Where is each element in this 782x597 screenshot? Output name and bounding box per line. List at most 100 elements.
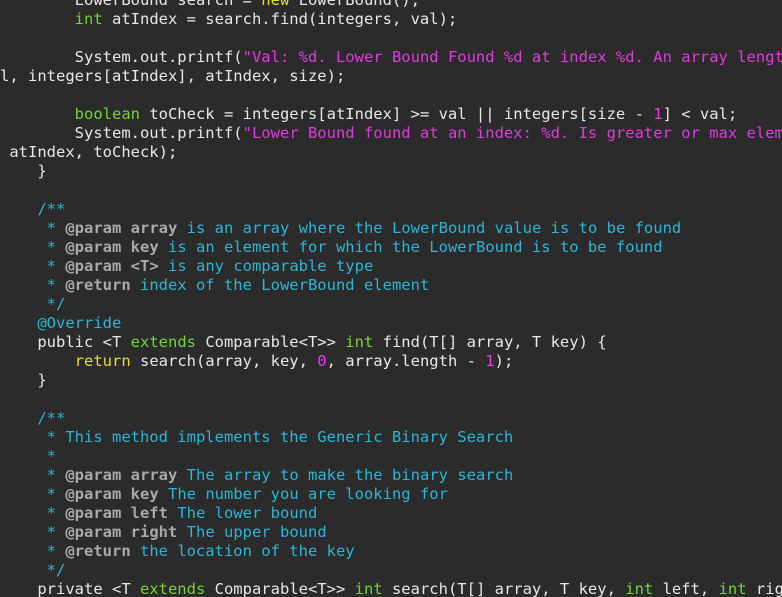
code-line: * @param <T> is any comparable type xyxy=(0,257,782,276)
code-token-comment: * xyxy=(0,276,66,294)
code-token-plain: toCheck = integers[atIndex] >= val || in… xyxy=(139,105,654,123)
code-token-comment: * xyxy=(0,219,66,237)
code-token-comment: The array to make the binary search xyxy=(177,466,514,484)
code-token-comment: * This method implements the Generic Bin… xyxy=(0,428,514,446)
code-token-comment: is an element for which the LowerBound i… xyxy=(158,238,663,256)
code-token-keyword: return xyxy=(74,352,131,370)
code-token-javadoc-param: key xyxy=(130,485,159,503)
code-line: private <T extends Comparable<T>> int se… xyxy=(0,580,782,597)
code-token-plain: search(array, key, xyxy=(130,352,318,370)
code-token-comment: * xyxy=(0,504,66,522)
code-token-javadoc-tag: @param xyxy=(65,466,122,484)
code-token-number: 1 xyxy=(653,105,663,123)
code-token-comment: is any comparable type xyxy=(158,257,374,275)
code-line: System.out.printf("Lower Bound found at … xyxy=(0,124,782,143)
code-token-javadoc-tag: @param xyxy=(65,523,122,541)
code-line: * @param key The number you are looking … xyxy=(0,485,782,504)
code-token-comment: * xyxy=(0,466,66,484)
code-line: */ xyxy=(0,561,782,580)
code-token-type: int xyxy=(625,580,654,597)
code-token-number: 1 xyxy=(485,352,495,370)
code-token-plain: } xyxy=(0,371,47,389)
code-line: * @return index of the LowerBound elemen… xyxy=(0,276,782,295)
code-token-plain: right) xyxy=(755,580,782,597)
code-token-type: int xyxy=(345,333,374,351)
code-line: } xyxy=(0,162,782,181)
code-token-type: int xyxy=(718,580,747,597)
code-token-plain: Comparable<T>> xyxy=(205,580,355,597)
code-token-comment: index of the LowerBound element xyxy=(130,276,430,294)
code-line: * @param left The lower bound xyxy=(0,504,782,523)
code-token-comment: * xyxy=(0,542,66,560)
code-token-string: "Val: %d. Lower Bound Found %d at index … xyxy=(242,48,782,66)
code-token-comment xyxy=(121,219,130,237)
code-token-plain: atIndex, toCheck); xyxy=(0,143,178,161)
code-line: * This method implements the Generic Bin… xyxy=(0,428,782,447)
code-token-javadoc-tag: @param xyxy=(65,504,122,522)
code-token-comment: */ xyxy=(0,561,66,579)
code-token-javadoc-param: <T> xyxy=(130,257,159,275)
code-token-keyword: new xyxy=(261,0,290,9)
code-lines: LowerBound search = new LowerBound(); in… xyxy=(0,0,782,597)
code-line: } xyxy=(0,371,782,390)
code-token-plain: atIndex = search.find(integers, val); xyxy=(102,10,458,28)
code-token-type: extends xyxy=(139,580,206,597)
code-token-comment: * xyxy=(0,257,66,275)
code-token-comment xyxy=(121,238,130,256)
code-token-plain: public <T xyxy=(0,333,131,351)
code-line: boolean toCheck = integers[atIndex] >= v… xyxy=(0,105,782,124)
code-line: return search(array, key, 0, array.lengt… xyxy=(0,352,782,371)
code-token-type: boolean xyxy=(74,105,140,123)
code-token-plain: ] < val; xyxy=(662,105,738,123)
code-line: */ xyxy=(0,295,782,314)
code-line: * @param array is an array where the Low… xyxy=(0,219,782,238)
code-token-comment: */ xyxy=(0,295,66,313)
code-line: LowerBound search = new LowerBound(); xyxy=(0,0,782,10)
code-line: /** xyxy=(0,409,782,428)
code-token-plain: Comparable<T>> xyxy=(195,333,346,351)
code-line: public <T extends Comparable<T>> int fin… xyxy=(0,333,782,352)
code-line: l, integers[atIndex], atIndex, size); xyxy=(0,67,782,86)
code-token-type: extends xyxy=(130,333,196,351)
code-editor[interactable]: LowerBound search = new LowerBound(); in… xyxy=(0,0,782,597)
code-token-plain: search(T[] array, T key, xyxy=(382,580,626,597)
code-token-javadoc-param: right xyxy=(130,523,178,541)
code-token-plain: , array.length - xyxy=(326,352,486,370)
code-token-javadoc-tag: @param xyxy=(65,238,122,256)
code-token-comment: The lower bound xyxy=(168,504,318,522)
code-token-type: int xyxy=(74,10,103,28)
code-token-comment: the location of the key xyxy=(130,542,355,560)
code-token-plain: LowerBound(); xyxy=(289,0,420,9)
code-token-plain: ); xyxy=(494,352,514,370)
code-token-plain: } xyxy=(0,162,47,180)
code-token-plain: LowerBound search = xyxy=(0,0,262,9)
code-token-javadoc-tag: @return xyxy=(65,542,131,560)
code-token-plain: left, xyxy=(653,580,719,597)
code-token-plain: System.out.printf( xyxy=(0,124,243,142)
code-token-comment: The number you are looking for xyxy=(158,485,448,503)
code-token-plain: find(T[] array, T key) { xyxy=(373,333,607,351)
code-token-comment: * xyxy=(0,523,66,541)
code-token-javadoc-tag: @param xyxy=(65,485,122,503)
code-token-comment: /** xyxy=(0,200,66,218)
code-token-javadoc-tag: @return xyxy=(65,276,131,294)
code-token-javadoc-param: key xyxy=(130,238,159,256)
code-token-comment xyxy=(121,523,130,541)
code-line: * @param array The array to make the bin… xyxy=(0,466,782,485)
code-token-comment xyxy=(121,466,130,484)
code-token-comment xyxy=(121,485,130,503)
code-token-comment: /** xyxy=(0,409,66,427)
code-token-comment: The upper bound xyxy=(177,523,327,541)
code-token-plain: private <T xyxy=(0,580,140,597)
code-token-comment: is an array where the LowerBound value i… xyxy=(177,219,682,237)
code-line: int atIndex = search.find(integers, val)… xyxy=(0,10,782,29)
code-token-type: int xyxy=(354,580,383,597)
code-token-number: 0 xyxy=(317,352,327,370)
code-token-comment: * xyxy=(0,485,66,503)
